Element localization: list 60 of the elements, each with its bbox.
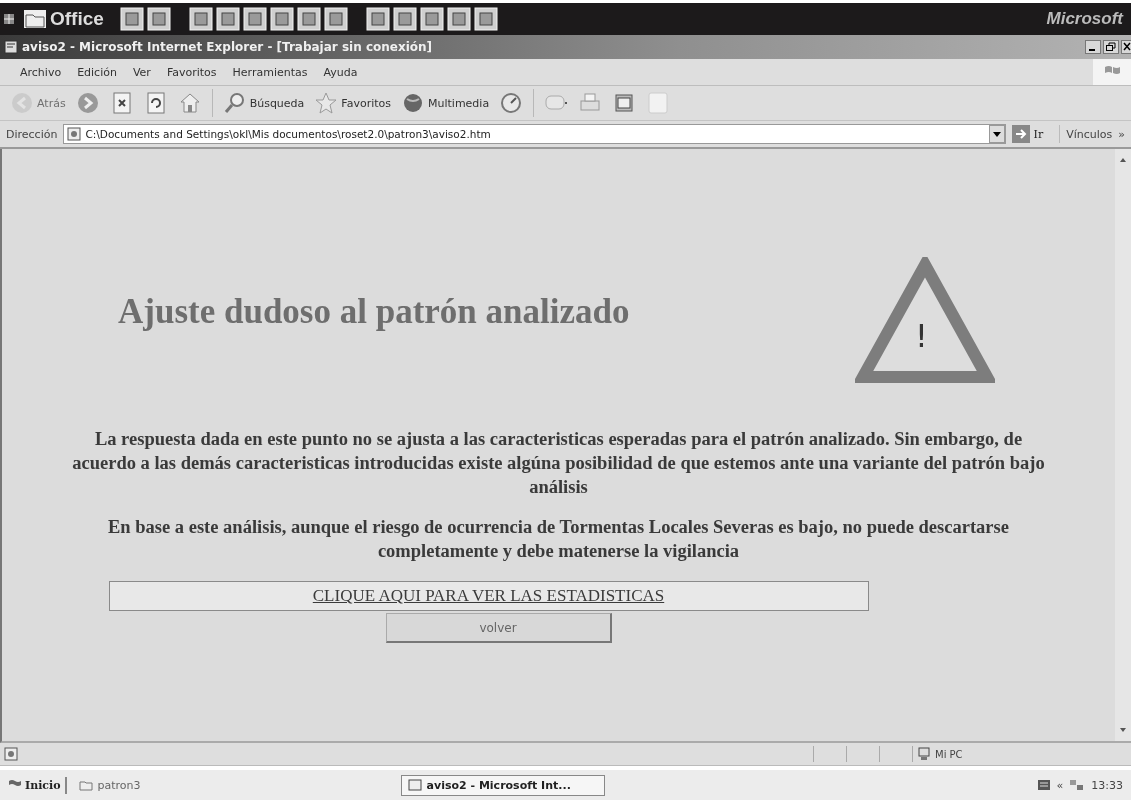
links-label[interactable]: Vínculos xyxy=(1066,127,1113,141)
menu-item[interactable]: Edición xyxy=(77,65,117,79)
application-icon[interactable] xyxy=(296,7,321,31)
browser-icon xyxy=(407,779,422,791)
browser-icon xyxy=(4,40,18,54)
statistics-link[interactable]: CLIQUE AQUI PARA VER LAS ESTADISTICAS xyxy=(312,586,665,606)
application-icon[interactable] xyxy=(119,7,144,31)
zone-label: Mi PC xyxy=(935,748,963,760)
start-button[interactable]: Inicio xyxy=(4,776,67,794)
favorites-button[interactable]: Favoritos xyxy=(314,91,391,115)
clock: 13:33 xyxy=(1091,778,1123,792)
page-icon xyxy=(4,747,18,761)
application-icon[interactable] xyxy=(365,7,390,31)
menu-item[interactable]: Favoritos xyxy=(166,65,217,79)
more-chevron[interactable]: » xyxy=(1118,127,1125,141)
history-button[interactable] xyxy=(499,91,524,115)
magnifier-icon xyxy=(222,91,247,115)
address-label: Dirección xyxy=(6,127,58,141)
menu-item[interactable]: Herramientas xyxy=(232,65,308,79)
application-icon[interactable] xyxy=(146,7,171,31)
office-button[interactable]: Office xyxy=(20,6,108,32)
back-button[interactable]: volver xyxy=(385,613,612,644)
message-text: La respuesta dada en este punto no se ajusta a las caracteristicas esperadas para el patrón analizado. Sin embargo, de acuerdo a las demás caracteristicas introducidas existe algúna posibilidad de que estemos ante una variante del patrón bajo análisis xyxy=(71,428,1046,500)
vertical-scrollbar[interactable] xyxy=(1115,149,1131,741)
application-icon[interactable] xyxy=(215,7,240,31)
media-button[interactable]: Multimedia xyxy=(401,91,490,115)
network-icon[interactable] xyxy=(1069,778,1086,792)
globe-icon xyxy=(401,91,425,115)
restore-icon[interactable] xyxy=(1103,40,1119,54)
close-icon[interactable] xyxy=(1121,40,1131,54)
application-icon[interactable] xyxy=(446,7,471,31)
application-icon[interactable] xyxy=(419,7,444,31)
taskbar-button[interactable]: aviso2 - Microsoft Int... xyxy=(400,774,605,796)
application-icon[interactable] xyxy=(323,7,348,31)
minimize-icon[interactable] xyxy=(1085,40,1101,54)
search-button[interactable]: Búsqueda xyxy=(222,91,305,115)
menu-item[interactable]: Archivo xyxy=(20,65,62,79)
page-heading: Ajuste dudoso al patrón analizado xyxy=(118,292,630,332)
star-icon xyxy=(314,91,339,115)
brand-label: Microsoft xyxy=(1046,9,1123,29)
computer-icon xyxy=(917,747,931,761)
menu-item[interactable]: Ayuda xyxy=(323,65,358,79)
keyboard-icon[interactable] xyxy=(1036,778,1051,792)
folder-icon xyxy=(24,10,46,28)
go-button[interactable]: Ir xyxy=(1011,125,1061,143)
application-icon[interactable] xyxy=(392,7,417,31)
message-text: En base a este análisis, aunque el riesgo de ocurrencia de Tormentas Locales Severas es bajo, no puede descartarse completamente y debe matenerse la vigilancia xyxy=(107,516,1010,564)
application-icon[interactable] xyxy=(269,7,294,31)
page-icon xyxy=(67,127,82,141)
address-field[interactable]: C:\Documents and Settings\okl\Mis documentos\roset2.0\patron3\aviso2.htm xyxy=(63,124,1006,144)
folder-icon xyxy=(78,779,93,791)
window-title: aviso2 - Microsoft Internet Explorer - [Trabajar sin conexión] xyxy=(22,40,433,54)
application-icon[interactable] xyxy=(473,7,498,31)
grid-icon xyxy=(4,14,14,24)
application-icon[interactable] xyxy=(188,7,213,31)
application-icon[interactable] xyxy=(242,7,267,31)
tray-expand[interactable]: « xyxy=(1056,778,1064,792)
office-label: Office xyxy=(50,8,104,30)
taskbar-button[interactable]: patron3 xyxy=(72,775,235,795)
menu-item[interactable]: Ver xyxy=(132,65,151,79)
